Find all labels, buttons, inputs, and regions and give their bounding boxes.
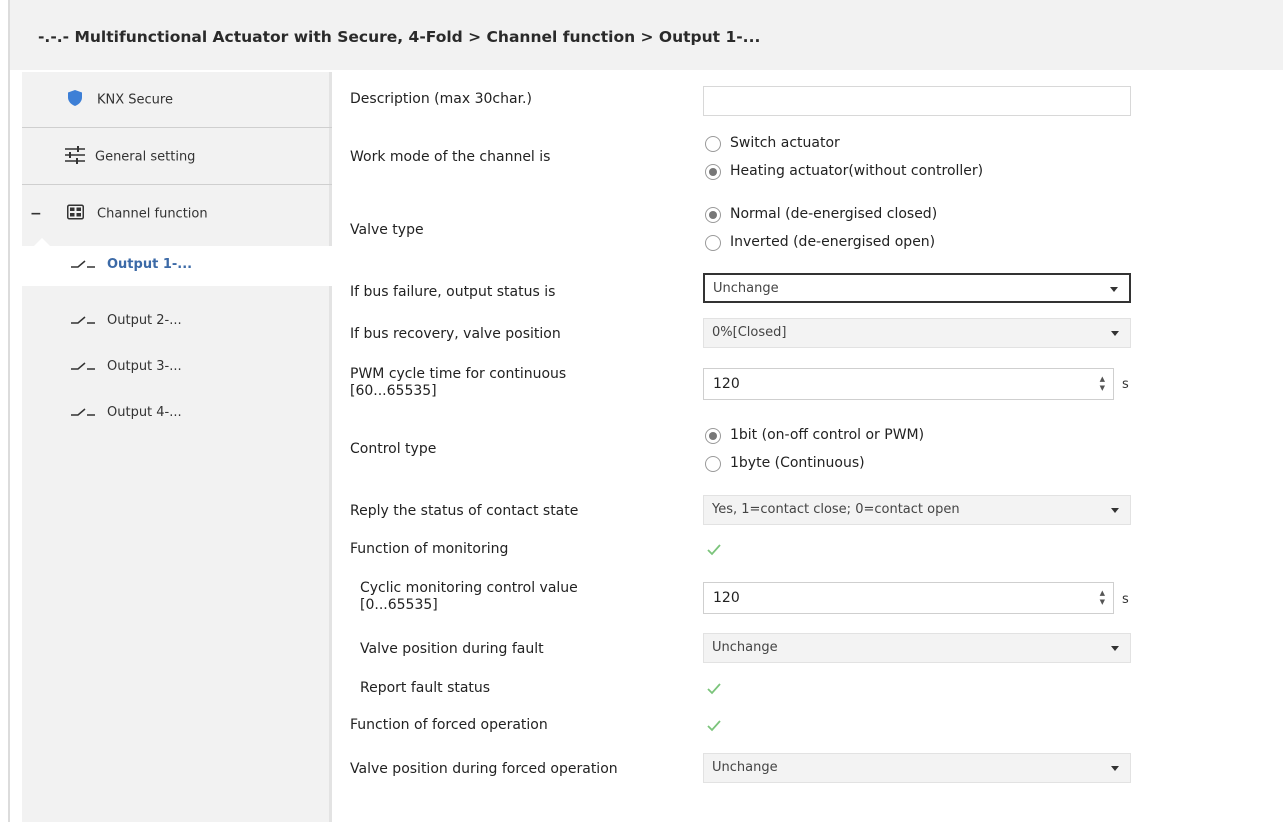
stepper-value: 120 xyxy=(713,590,740,606)
report-fault-label: Report fault status xyxy=(360,680,491,696)
parameter-panel: Description (max 30char.) Work mode of t… xyxy=(335,72,1283,822)
stepper-value: 120 xyxy=(713,376,740,392)
chevron-down-icon xyxy=(1111,766,1119,771)
sidebar-item-label: General setting xyxy=(95,149,196,164)
tree-notch xyxy=(34,238,50,246)
select-value: Unchange xyxy=(712,640,778,655)
label-line-1: Cyclic monitoring control value xyxy=(360,580,578,596)
fault-position-select[interactable]: Unchange xyxy=(703,633,1131,663)
work-mode-label: Work mode of the channel is xyxy=(350,149,551,165)
cyclic-monitoring-label: Cyclic monitoring control value [0...655… xyxy=(360,580,578,614)
spin-arrows-icon[interactable]: ▲ ▼ xyxy=(1100,589,1105,607)
pwm-cycle-stepper[interactable]: 120 ▲ ▼ xyxy=(703,368,1114,400)
radio-label: Switch actuator xyxy=(730,135,840,151)
chevron-down-icon xyxy=(1111,331,1119,336)
grid-icon xyxy=(67,204,84,224)
switch-icon xyxy=(70,407,96,423)
sidebar-item-label: KNX Secure xyxy=(97,92,173,107)
switch-icon xyxy=(70,259,96,275)
spin-arrows-icon[interactable]: ▲ ▼ xyxy=(1100,375,1105,393)
fault-position-label: Valve position during fault xyxy=(360,641,544,657)
radio-label: Normal (de-energised closed) xyxy=(730,206,938,222)
radio-indicator xyxy=(705,235,721,251)
sidebar-item-knx-secure[interactable]: KNX Secure xyxy=(22,72,332,128)
valve-type-label: Valve type xyxy=(350,222,424,238)
sidebar-item-output-1[interactable]: Output 1-... xyxy=(22,246,334,286)
monitoring-checkbox[interactable] xyxy=(705,541,723,559)
sidebar-item-label: Output 3-... xyxy=(107,359,182,374)
bus-recovery-select[interactable]: 0%[Closed] xyxy=(703,318,1131,348)
monitoring-label: Function of monitoring xyxy=(350,541,509,557)
check-icon xyxy=(707,683,721,695)
forced-position-select[interactable]: Unchange xyxy=(703,753,1131,783)
forced-operation-checkbox[interactable] xyxy=(705,717,723,735)
radio-indicator xyxy=(705,136,721,152)
reply-status-label: Reply the status of contact state xyxy=(350,503,579,519)
radio-indicator xyxy=(705,456,721,472)
radio-label: 1bit (on-off control or PWM) xyxy=(730,427,925,443)
radio-label: 1byte (Continuous) xyxy=(730,455,865,471)
description-label: Description (max 30char.) xyxy=(350,91,532,107)
chevron-down-icon xyxy=(1111,646,1119,651)
cyclic-monitoring-unit: s xyxy=(1122,592,1129,607)
bus-failure-select[interactable]: Unchange xyxy=(703,273,1131,303)
check-icon xyxy=(707,544,721,556)
sidebar-item-output-2[interactable]: Output 2-... xyxy=(22,302,334,342)
select-value: Yes, 1=contact close; 0=contact open xyxy=(712,502,960,517)
pwm-cycle-unit: s xyxy=(1122,377,1129,392)
radio-label: Inverted (de-energised open) xyxy=(730,234,936,250)
bus-failure-label: If bus failure, output status is xyxy=(350,284,556,300)
sidebar-item-label: Output 4-... xyxy=(107,405,182,420)
sidebar-item-output-4[interactable]: Output 4-... xyxy=(22,394,334,434)
chevron-down-icon xyxy=(1110,287,1118,292)
cyclic-monitoring-stepper[interactable]: 120 ▲ ▼ xyxy=(703,582,1114,614)
forced-position-label: Valve position during forced operation xyxy=(350,761,618,777)
collapse-icon[interactable]: − xyxy=(30,206,42,222)
pwm-cycle-label: PWM cycle time for continuous [60...6553… xyxy=(350,366,566,400)
label-line-2: [60...65535] xyxy=(350,383,437,399)
radio-indicator xyxy=(705,428,721,444)
window-edge xyxy=(8,0,10,822)
switch-icon xyxy=(70,315,96,331)
radio-indicator xyxy=(705,164,721,180)
control-type-label: Control type xyxy=(350,441,437,457)
bus-recovery-label: If bus recovery, valve position xyxy=(350,326,561,342)
select-value: Unchange xyxy=(713,281,779,296)
label-line-2: [0...65535] xyxy=(360,597,438,613)
sliders-icon xyxy=(64,145,86,168)
description-input[interactable] xyxy=(703,86,1131,116)
check-icon xyxy=(707,720,721,732)
select-value: 0%[Closed] xyxy=(712,325,787,340)
sidebar-item-output-3[interactable]: Output 3-... xyxy=(22,348,334,388)
report-fault-checkbox[interactable] xyxy=(705,680,723,698)
label-line-1: PWM cycle time for continuous xyxy=(350,366,567,382)
sidebar-item-label: Output 1-... xyxy=(107,257,193,272)
select-value: Unchange xyxy=(712,760,778,775)
sidebar: KNX Secure General setting − Channel fun… xyxy=(22,72,334,822)
sidebar-item-channel-function[interactable]: − Channel function xyxy=(22,186,332,242)
title-bar: -.-.- Multifunctional Actuator with Secu… xyxy=(10,0,1283,70)
page-title: -.-.- Multifunctional Actuator with Secu… xyxy=(38,28,761,46)
forced-operation-label: Function of forced operation xyxy=(350,717,548,733)
sidebar-item-general-setting[interactable]: General setting xyxy=(22,129,332,185)
shield-icon xyxy=(68,89,82,110)
chevron-down-icon xyxy=(1111,508,1119,513)
switch-icon xyxy=(70,361,96,377)
sidebar-item-label: Output 2-... xyxy=(107,313,182,328)
reply-status-select[interactable]: Yes, 1=contact close; 0=contact open xyxy=(703,495,1131,525)
radio-label: Heating actuator(without controller) xyxy=(730,163,984,179)
sidebar-item-label: Channel function xyxy=(97,206,208,222)
radio-indicator xyxy=(705,207,721,223)
